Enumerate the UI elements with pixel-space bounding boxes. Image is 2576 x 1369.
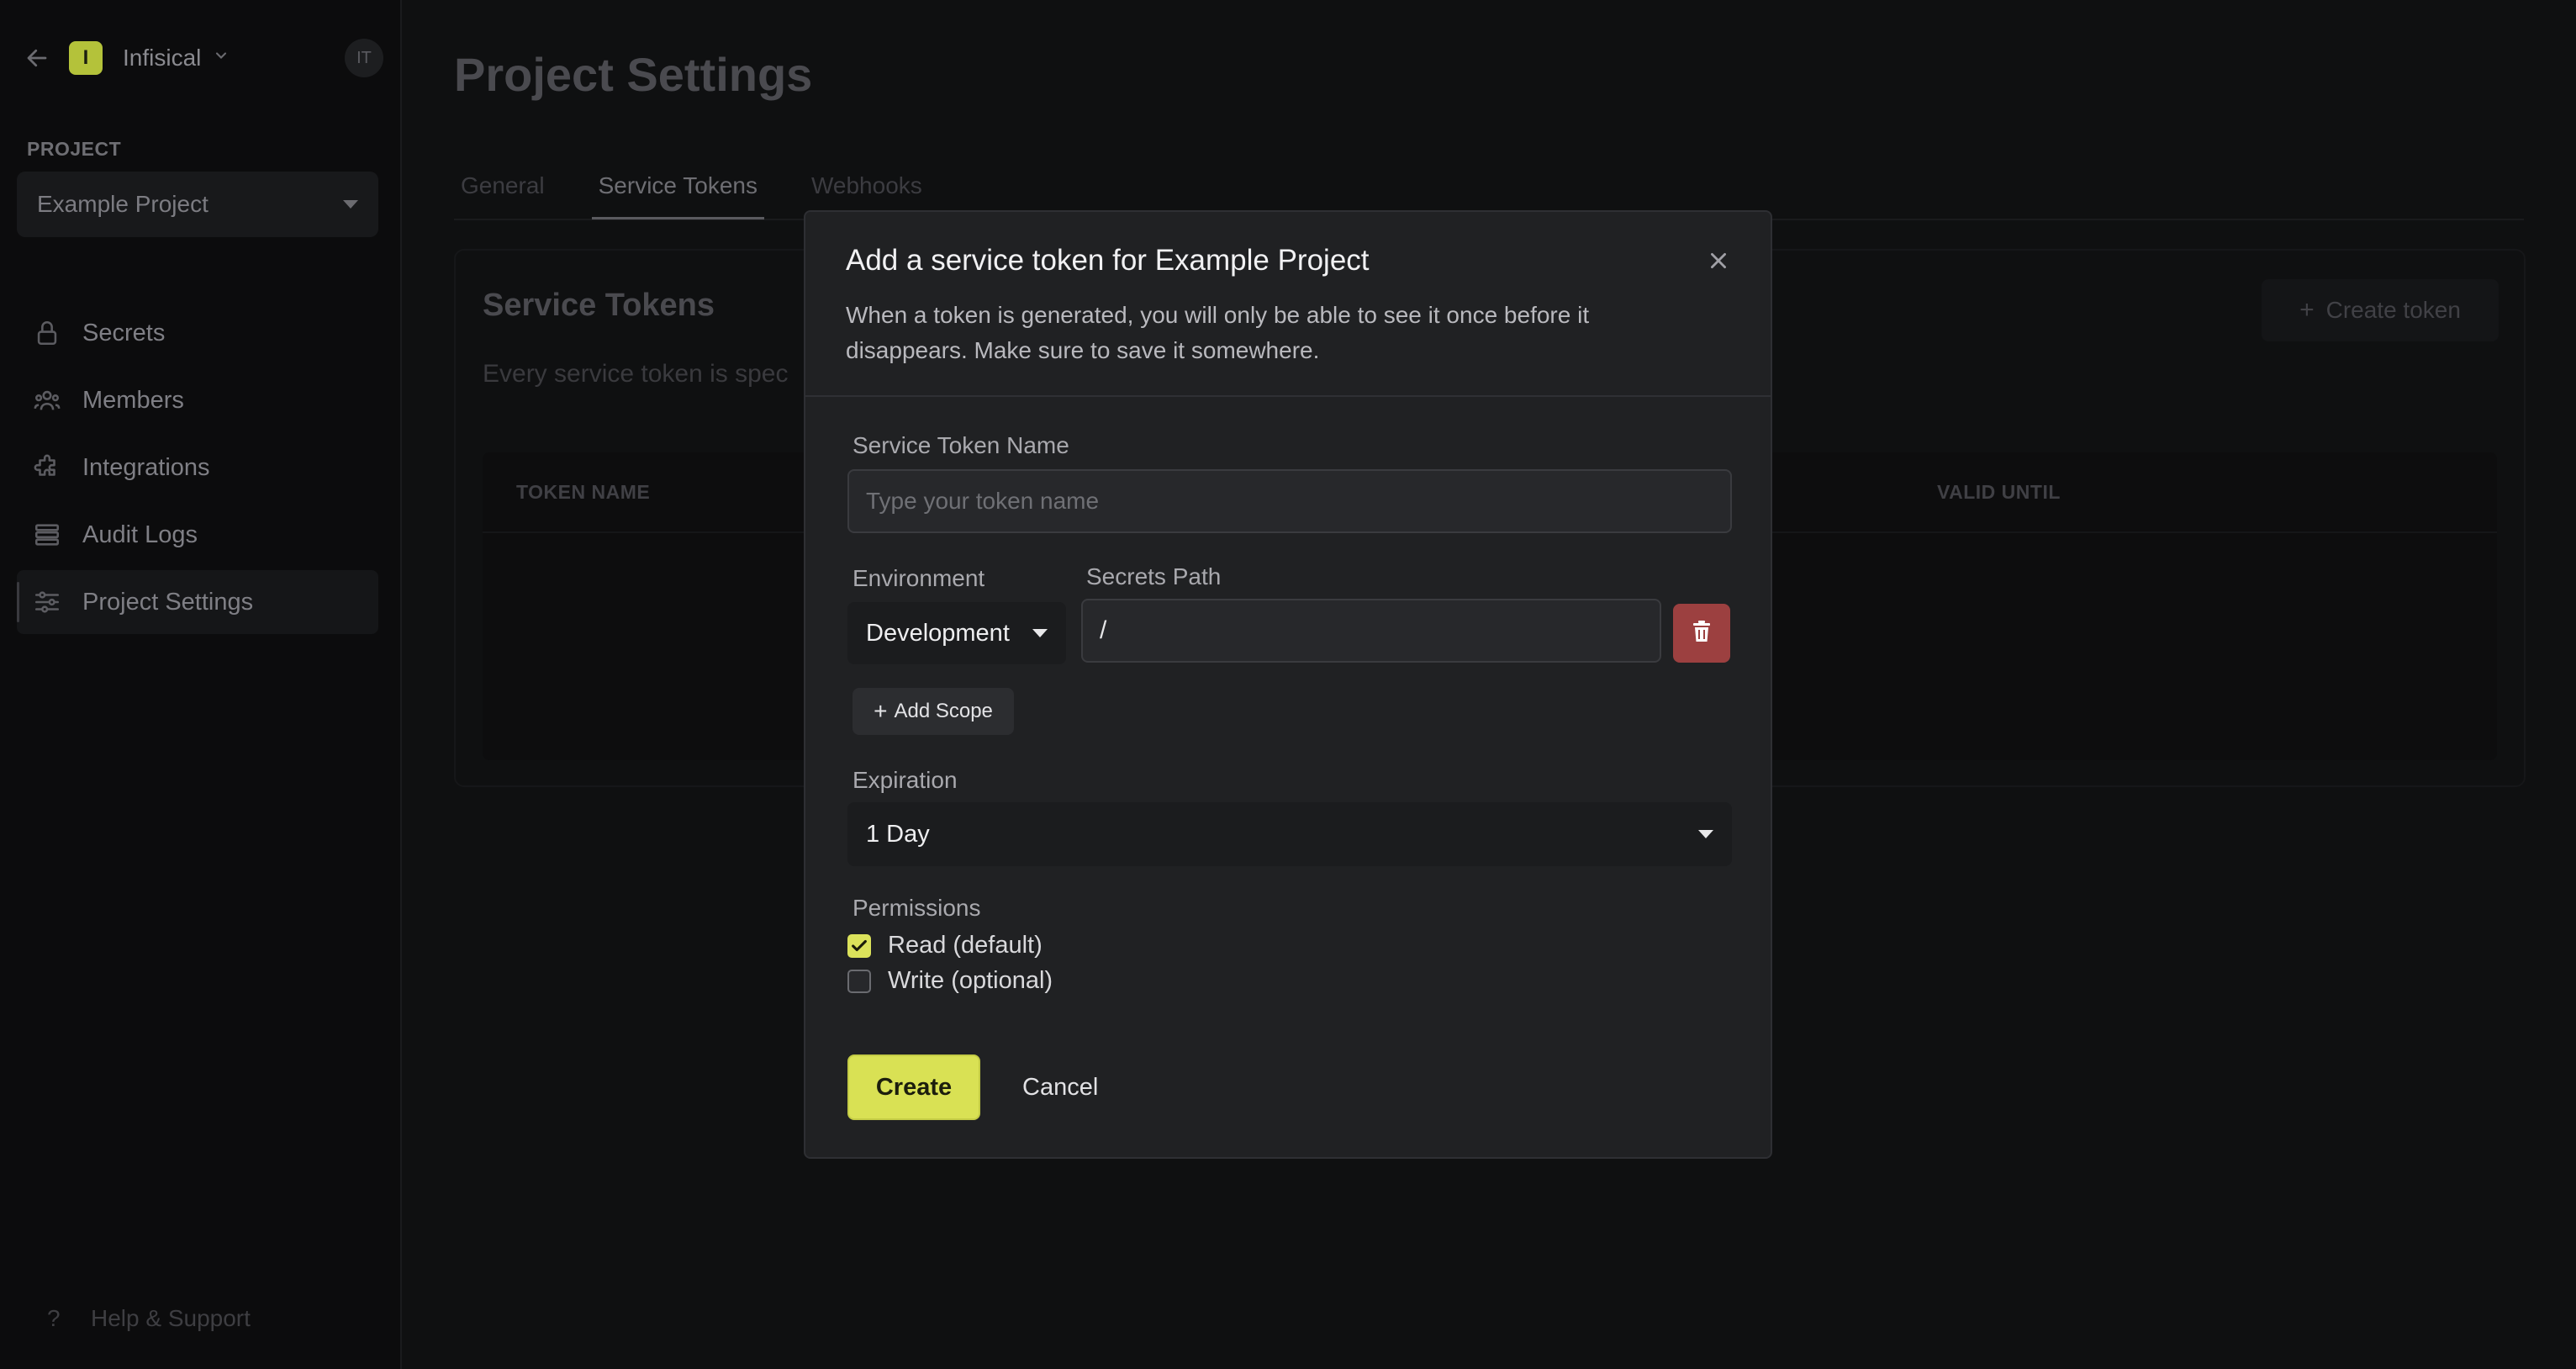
environment-select[interactable]: Development xyxy=(847,602,1066,664)
add-service-token-modal: Add a service token for Example Project … xyxy=(804,210,1772,1159)
close-icon[interactable] xyxy=(1700,242,1737,279)
create-token-button[interactable]: + Create token xyxy=(2262,279,2499,341)
create-button[interactable]: Create xyxy=(847,1054,980,1120)
tab-webhooks[interactable]: Webhooks xyxy=(805,165,929,217)
sidebar-nav: Secrets Members Integrations Audit Logs … xyxy=(17,301,378,637)
plus-icon: + xyxy=(874,698,888,724)
column-header-token-name: TOKEN NAME xyxy=(516,481,651,503)
checkbox-checked[interactable] xyxy=(847,933,871,958)
arrow-left-icon[interactable] xyxy=(22,43,52,73)
add-scope-label: Add Scope xyxy=(894,700,993,722)
sidebar-item-project-settings[interactable]: Project Settings xyxy=(17,570,378,634)
caret-down-icon xyxy=(1698,830,1713,838)
users-icon xyxy=(29,382,66,419)
tab-general[interactable]: General xyxy=(454,165,552,217)
org-logo[interactable]: I xyxy=(69,41,103,75)
project-label: PROJECT xyxy=(27,138,122,160)
sidebar-item-integrations[interactable]: Integrations xyxy=(17,436,378,500)
card-description: Every service token is spec xyxy=(483,360,789,388)
org-name[interactable]: Infisical xyxy=(123,45,201,71)
project-select-value: Example Project xyxy=(37,191,209,217)
sidebar-item-label: Audit Logs xyxy=(82,521,198,548)
sidebar: I Infisical IT PROJECT Example Project S… xyxy=(0,0,402,1369)
cancel-button[interactable]: Cancel xyxy=(1012,1054,1108,1120)
modal-header: Add a service token for Example Project … xyxy=(805,212,1771,397)
permission-write-label: Write (optional) xyxy=(888,967,1053,994)
delete-scope-button[interactable] xyxy=(1673,604,1730,663)
chevron-down-icon[interactable] xyxy=(213,47,230,69)
environment-select-value: Development xyxy=(866,619,1010,647)
sidebar-item-label: Project Settings xyxy=(82,588,254,616)
sidebar-item-members[interactable]: Members xyxy=(17,368,378,432)
tab-service-tokens[interactable]: Service Tokens xyxy=(591,165,764,219)
sidebar-item-label: Members xyxy=(82,386,184,414)
question-icon: ? xyxy=(47,1305,61,1331)
create-token-label: Create token xyxy=(2325,297,2461,323)
sidebar-item-label: Integrations xyxy=(82,453,210,481)
help-label: Help & Support xyxy=(91,1305,251,1331)
modal-title: Add a service token for Example Project xyxy=(846,244,1370,277)
puzzle-icon xyxy=(29,449,66,486)
plus-icon: + xyxy=(2299,296,2315,324)
permission-read[interactable]: Read (default) xyxy=(847,932,1043,959)
user-avatar[interactable]: IT xyxy=(345,39,383,77)
caret-down-icon xyxy=(343,200,358,209)
lock-icon xyxy=(29,314,66,352)
permission-read-label: Read (default) xyxy=(888,932,1043,959)
help-support-link[interactable]: ? Help & Support xyxy=(47,1305,251,1332)
caret-down-icon xyxy=(1032,629,1048,637)
environment-label: Environment xyxy=(853,565,985,591)
expiration-label: Expiration xyxy=(853,767,958,793)
token-name-label: Service Token Name xyxy=(853,432,1069,458)
card-title: Service Tokens xyxy=(483,288,715,323)
secrets-path-label: Secrets Path xyxy=(1086,563,1222,589)
expiration-select[interactable]: 1 Day xyxy=(847,802,1732,866)
project-select[interactable]: Example Project xyxy=(17,172,378,237)
modal-subtitle: When a token is generated, you will only… xyxy=(846,302,1590,363)
sidebar-item-audit-logs[interactable]: Audit Logs xyxy=(17,503,378,567)
secrets-path-input[interactable] xyxy=(1081,599,1661,663)
sliders-icon xyxy=(29,584,66,621)
sidebar-item-secrets[interactable]: Secrets xyxy=(17,301,378,365)
page-title: Project Settings xyxy=(454,48,813,101)
trash-icon xyxy=(1692,620,1712,647)
add-scope-button[interactable]: + Add Scope xyxy=(853,688,1014,735)
permission-write[interactable]: Write (optional) xyxy=(847,967,1053,995)
token-name-input[interactable] xyxy=(847,469,1732,533)
column-header-valid-until: VALID UNTIL xyxy=(1937,481,2061,503)
list-icon xyxy=(29,516,66,553)
checkbox-unchecked[interactable] xyxy=(847,969,871,993)
sidebar-item-label: Secrets xyxy=(82,319,166,346)
permissions-label: Permissions xyxy=(853,895,981,921)
expiration-select-value: 1 Day xyxy=(866,820,930,848)
org-switcher: I Infisical IT xyxy=(22,39,383,77)
